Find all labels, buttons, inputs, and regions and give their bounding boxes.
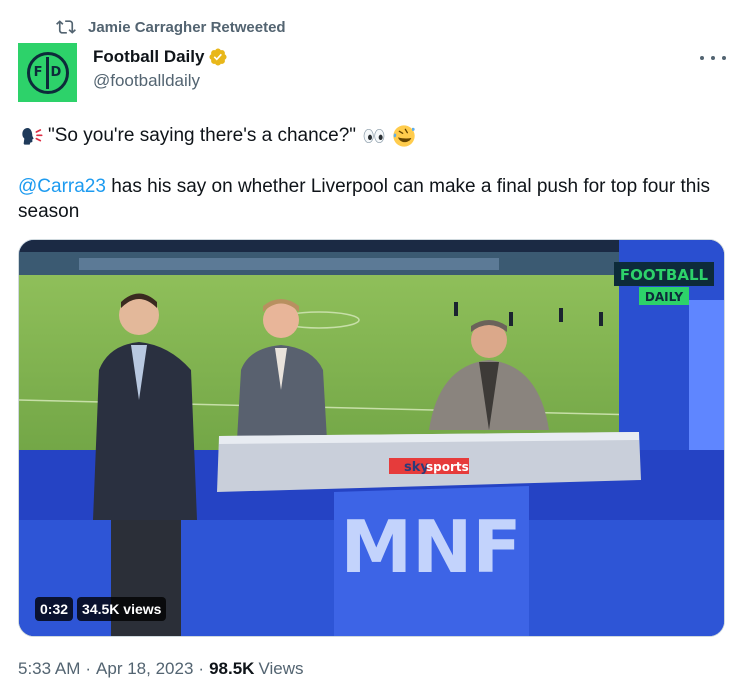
tweet-quote: "So you're saying there's a chance?" <box>48 125 357 146</box>
overlay-brand-bottom: DAILY <box>645 290 683 304</box>
more-dot-icon <box>722 56 726 60</box>
video-views: 34.5K views <box>77 597 167 621</box>
overlay-brand-top: FOOTBALL <box>620 266 709 284</box>
retweet-indicator[interactable]: Jamie Carragher Retweeted <box>56 17 286 37</box>
tweet-meta: 5:33 AM · Apr 18, 2023 · 98.5K Views <box>18 659 304 679</box>
retweet-label: Jamie Carragher Retweeted <box>88 18 286 36</box>
author-block: Football Daily @footballdaily <box>93 47 228 91</box>
avatar-letter-right: D <box>49 65 63 80</box>
desk-logo-sports: sports <box>426 460 469 474</box>
tweet-text-body: @Carra23 has his say on whether Liverpoo… <box>18 174 730 224</box>
retweet-icon <box>56 20 76 34</box>
more-dot-icon <box>700 56 704 60</box>
author-handle[interactable]: @footballdaily <box>93 71 228 91</box>
tweet-time[interactable]: 5:33 AM <box>18 659 80 679</box>
more-dot-icon <box>711 56 715 60</box>
avatar-logo: F D <box>26 51 69 94</box>
tweet-text-line1: "So you're saying there's a chance?" <box>18 123 730 148</box>
mention-link[interactable]: @Carra23 <box>18 176 106 197</box>
video-stats-badge: 0:32 34.5K views <box>35 597 167 621</box>
author-name-row: Football Daily <box>93 47 228 67</box>
video-frame: FOOTBALL DAILY sky sports MNF <box>19 240 724 636</box>
video-player[interactable]: FOOTBALL DAILY sky sports MNF <box>18 239 725 637</box>
verified-badge-icon[interactable] <box>208 47 228 67</box>
meta-separator: · <box>85 659 92 678</box>
tweet-views-count: 98.5K <box>209 659 255 678</box>
rolling-laughing-icon <box>393 124 415 147</box>
meta-separator: · <box>198 659 205 678</box>
more-options-button[interactable] <box>700 48 726 68</box>
speaking-head-icon <box>22 127 43 145</box>
tweet-views-label: Views <box>258 659 304 678</box>
avatar-letter-left: F <box>32 65 44 80</box>
tweet-body-text: has his say on whether Liverpool can mak… <box>18 176 711 222</box>
tweet-date[interactable]: Apr 18, 2023 <box>96 659 193 679</box>
author-name[interactable]: Football Daily <box>93 47 204 67</box>
avatar[interactable]: F D <box>18 43 77 102</box>
desk-mnf-text: MNF <box>340 505 521 589</box>
eyes-icon <box>363 128 385 143</box>
video-duration: 0:32 <box>35 597 74 621</box>
